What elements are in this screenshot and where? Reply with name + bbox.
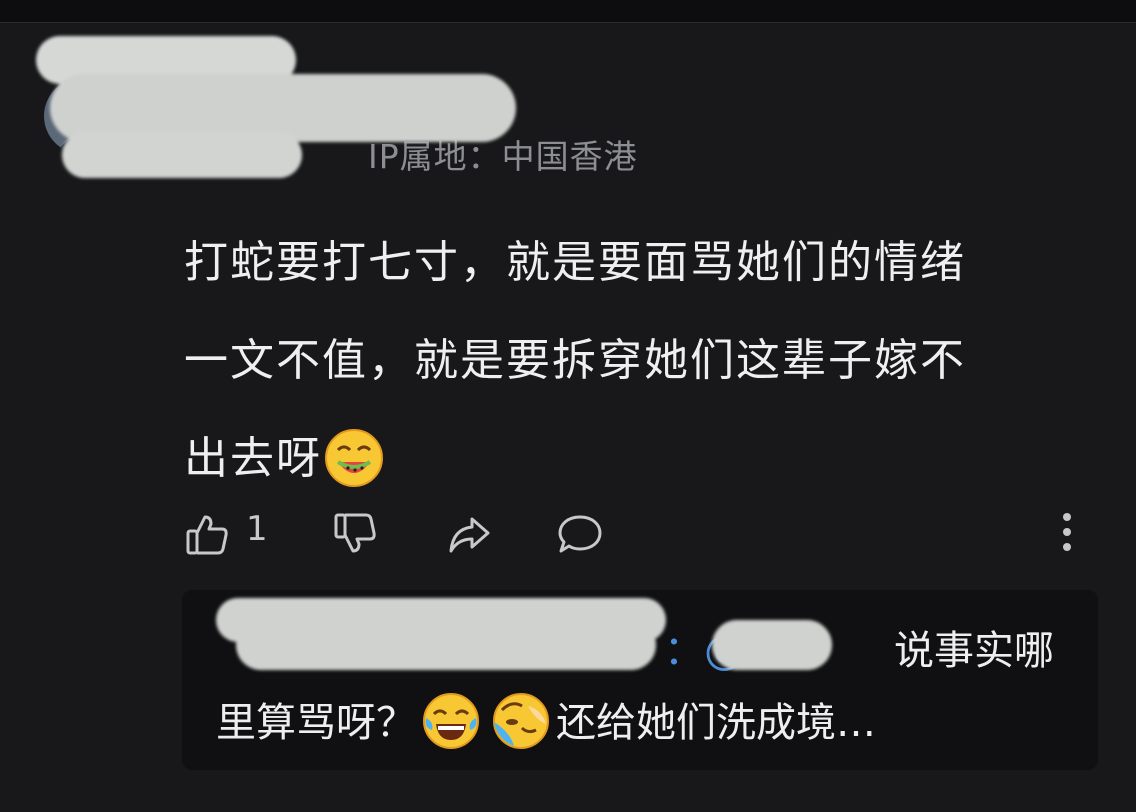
like-count: 1 [246,509,268,549]
redaction-blob [62,132,302,178]
comment-line-1: 打蛇要打七寸，就是要面骂她们的情绪 [184,237,966,288]
comment-button[interactable] [556,511,604,557]
redaction-blob [236,620,656,670]
thumbs-up-icon [186,515,228,555]
blushing-embarrassed-emoji-icon [492,692,550,750]
share-icon [449,517,490,553]
more-options-button[interactable] [1060,511,1074,553]
dislike-button[interactable] [332,511,378,557]
comment-line-3: 出去呀 [184,410,1114,508]
reply-preview[interactable]: ：@ 说事实哪 里算骂呀？ 还给她们洗成境… [182,590,1098,770]
more-vertical-icon [1063,513,1071,551]
comment-icon [558,515,602,553]
reply-text-part-3: 还给她们洗成境… [556,700,876,746]
mention-redacted [712,620,832,670]
eating-watermelon-emoji-icon [324,425,384,487]
reply-line-2: 里算骂呀？ 还给她们洗成境… [216,690,876,754]
reply-text-part-1: 说事实哪 [894,628,1054,674]
share-button[interactable] [446,511,492,557]
comment-actions-bar: 1 [184,505,1094,561]
comment-line-3-text: 出去呀 [184,433,322,484]
comment-line-2: 一文不值，就是要拆穿她们这辈子嫁不 [184,335,966,386]
reply-text-part-2: 里算骂呀？ [216,700,416,746]
top-status-bar [0,0,1136,23]
thumbs-down-icon [334,513,376,553]
username-redacted[interactable] [36,36,516,180]
laughing-tears-emoji-icon [422,692,480,750]
comment-content: 打蛇要打七寸，就是要面骂她们的情绪 一文不值，就是要拆穿她们这辈子嫁不 出去呀 [184,214,1114,508]
like-button[interactable] [184,511,230,557]
